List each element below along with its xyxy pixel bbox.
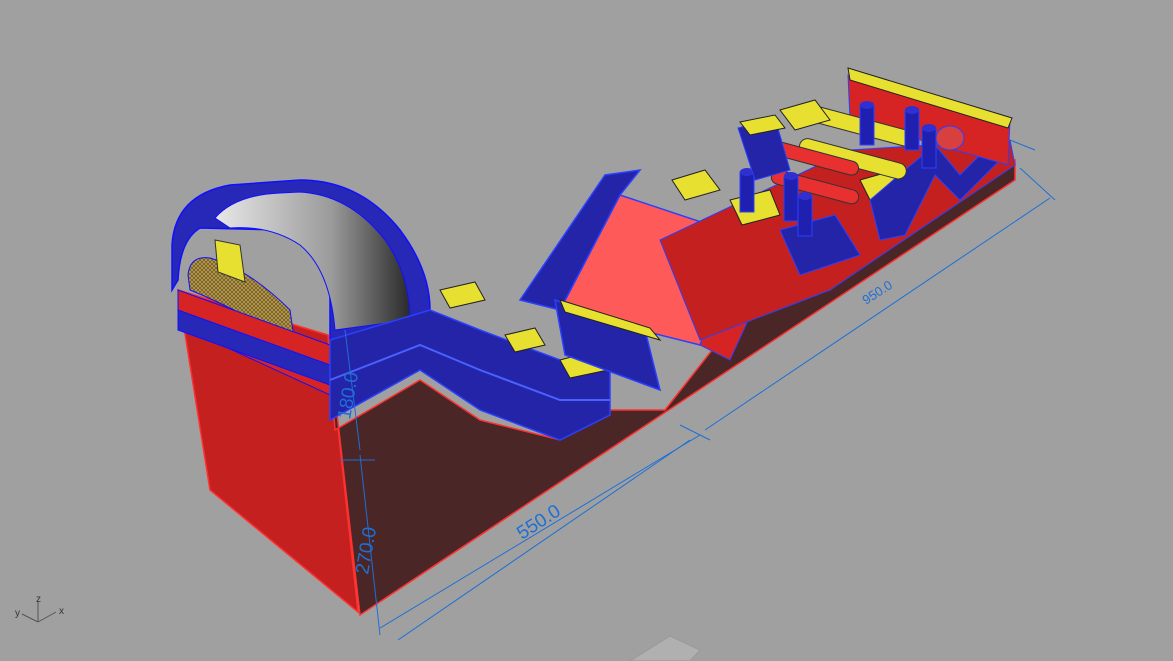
ramp-yellow-block-1 [439,281,486,309]
axis-z-label: z [36,594,41,605]
inflatable-obstacle-course-model [171,67,1016,617]
axis-y-label: y [15,608,20,619]
axis-x-label: x [59,606,64,617]
back-wall-hole [935,125,965,151]
dim-length-back: 950.0 [859,277,894,307]
view-cube-corner[interactable] [629,635,701,661]
axis-triad: z x y [15,594,64,623]
cad-viewport[interactable]: 550.0 950.0 180.0 270.0 z x y [0,0,1173,661]
mid-yellow-block-1 [671,169,721,201]
mid-top-block [779,99,831,131]
